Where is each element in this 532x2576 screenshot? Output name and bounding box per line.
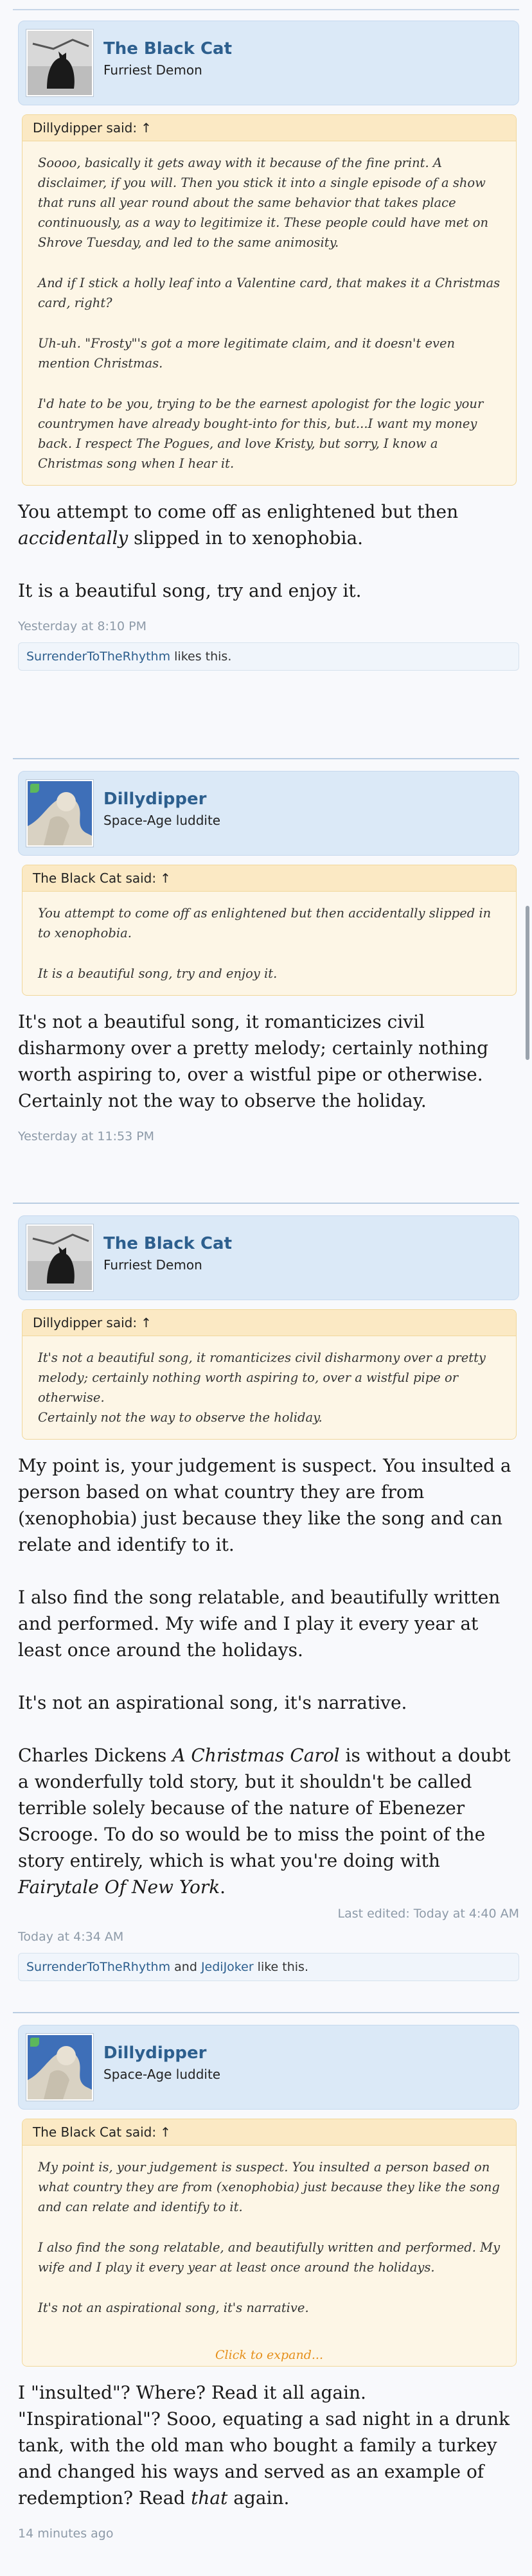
emphasis-text: that: [191, 2487, 228, 2509]
message-paragraph: I also find the song relatable, and beau…: [18, 1587, 501, 1661]
liker-link[interactable]: SurrenderToTheRhythm: [26, 1960, 170, 1974]
username[interactable]: The Black Cat: [103, 39, 232, 58]
liker-link[interactable]: JediJoker: [201, 1960, 254, 1974]
text-span: slipped in to xenophobia.: [128, 527, 364, 549]
quote-block: The Black Cat said: ↑ My point is, your j…: [22, 2119, 517, 2367]
online-indicator-icon: [30, 784, 39, 793]
last-edited: Last edited: Today at 4:40 AM: [337, 1907, 519, 1921]
quote-block: Dillydipper said: ↑ It's not a beautiful …: [22, 1309, 517, 1440]
quote-body: It's not a beautiful song, it romanticiz…: [22, 1336, 516, 1439]
message-line: It's not a beautiful song, it romanticiz…: [18, 1011, 489, 1085]
user-title: Space-Age luddite: [103, 2067, 221, 2082]
message-paragraph: You attempt to come off as enlightened b…: [18, 498, 519, 551]
message-paragraph: My point is, your judgement is suspect. …: [18, 1455, 511, 1555]
message-line: I "insulted"? Where? Read it all again.: [18, 2382, 366, 2403]
text-span: again.: [227, 2487, 290, 2509]
quote-paragraph: I'd hate to be you, trying to be the ear…: [38, 396, 484, 471]
quote-paragraph: I also find the song relatable, and beau…: [38, 2240, 501, 2275]
likes-summary: SurrenderToTheRhythm likes this.: [18, 642, 519, 671]
text-span: You attempt to come off as enlightened b…: [18, 501, 459, 522]
username[interactable]: The Black Cat: [103, 1234, 232, 1253]
quote-attribution[interactable]: Dillydipper said: ↑: [22, 1310, 516, 1336]
quote-paragraph: You attempt to come off as enlightened b…: [38, 906, 492, 940]
post-divider: [13, 2012, 519, 2013]
liker-link[interactable]: SurrenderToTheRhythm: [26, 649, 170, 664]
quote-attribution[interactable]: The Black Cat said: ↑: [22, 2119, 516, 2146]
quote-paragraph: And if I stick a holly leaf into a Valen…: [38, 276, 501, 310]
message-text: My point is, your judgement is suspect. …: [18, 1440, 519, 1900]
user-title: Furriest Demon: [103, 1257, 202, 1273]
post-1: The Black Cat Furriest Demon Dillydipper…: [18, 21, 519, 671]
message-user-info: The Black Cat Furriest Demon: [18, 21, 519, 105]
post-divider: [13, 1203, 519, 1204]
avatar[interactable]: [26, 30, 93, 96]
message-paragraph: It is a beautiful song, try and enjoy it…: [18, 580, 362, 601]
top-divider: [13, 9, 519, 10]
avatar[interactable]: [26, 2034, 93, 2101]
message-user-info: Dillydipper Space-Age luddite: [18, 2025, 519, 2110]
post-divider: [13, 758, 519, 759]
post-date[interactable]: Today at 4:34 AM: [18, 1930, 519, 1944]
quote-body: My point is, your judgement is suspect. …: [22, 2146, 516, 2329]
likes-suffix: likes this.: [170, 649, 232, 664]
message-text: I "insulted"? Where? Read it all again. …: [18, 2367, 519, 2511]
username[interactable]: Dillydipper: [103, 790, 206, 809]
likes-joiner: and: [170, 1960, 201, 1974]
quote-block: Dillydipper said: ↑ Soooo, basically it g…: [22, 114, 517, 486]
post-date[interactable]: 14 minutes ago: [18, 2527, 519, 2541]
text-span: .: [220, 1876, 226, 1898]
quote-paragraph: Uh-uh. "Frosty"'s got a more legitimate …: [38, 336, 456, 371]
quote-paragraph: My point is, your judgement is suspect. …: [38, 2160, 500, 2214]
quote-paragraph: It is a beautiful song, try and enjoy it…: [38, 966, 278, 981]
message-line: Certainly not the way to observe the hol…: [18, 1090, 427, 1111]
post-date[interactable]: Yesterday at 8:10 PM: [18, 619, 519, 633]
quote-attribution[interactable]: The Black Cat said: ↑: [22, 865, 516, 892]
message-user-info: Dillydipper Space-Age luddite: [18, 771, 519, 856]
scrollbar-thumb[interactable]: [526, 906, 529, 1060]
quote-body: You attempt to come off as enlightened b…: [22, 892, 516, 995]
quote-body: Soooo, basically it gets away with it be…: [22, 141, 516, 485]
quote-paragraph: Soooo, basically it gets away with it be…: [38, 155, 489, 250]
likes-suffix: like this.: [253, 1960, 308, 1974]
emphasis-text: accidentally: [18, 527, 129, 549]
message-text: It's not a beautiful song, it romanticiz…: [18, 996, 519, 1114]
quote-line: Certainly not the way to observe the hol…: [38, 1410, 323, 1425]
message-user-info: The Black Cat Furriest Demon: [18, 1215, 519, 1300]
quote-block: The Black Cat said: ↑ You attempt to come…: [22, 865, 517, 996]
avatar[interactable]: [26, 1224, 93, 1291]
message-line: "Inspirational"? Sooo, equating a sad ni…: [18, 2406, 519, 2511]
online-indicator-icon: [30, 2038, 39, 2047]
quote-arrow-icon[interactable]: ↑: [141, 120, 152, 136]
quote-author[interactable]: The Black Cat said:: [33, 870, 156, 886]
post-4: Dillydipper Space-Age luddite The Black …: [18, 2025, 519, 2541]
post-3: The Black Cat Furriest Demon Dillydipper…: [18, 1215, 519, 1981]
user-title: Space-Age luddite: [103, 813, 221, 828]
expand-quote-link[interactable]: Click to expand...: [22, 2348, 516, 2362]
likes-summary: SurrenderToTheRhythm and JediJoker like …: [18, 1953, 519, 1981]
post-date[interactable]: Yesterday at 11:53 PM: [18, 1129, 519, 1143]
quote-arrow-icon[interactable]: ↑: [141, 1315, 152, 1330]
emphasis-text: Fairytale Of New York: [18, 1876, 220, 1898]
quote-line: It's not a beautiful song, it romanticiz…: [38, 1350, 486, 1405]
emphasis-text: A Christmas Carol: [172, 1745, 340, 1766]
username[interactable]: Dillydipper: [103, 2043, 206, 2063]
quote-author[interactable]: Dillydipper said:: [33, 1315, 137, 1330]
avatar[interactable]: [26, 780, 93, 847]
post-2: Dillydipper Space-Age luddite The Black …: [18, 771, 519, 1143]
quote-author[interactable]: Dillydipper said:: [33, 120, 137, 136]
quote-arrow-icon[interactable]: ↑: [160, 2124, 171, 2140]
quote-author[interactable]: The Black Cat said:: [33, 2124, 156, 2140]
user-title: Furriest Demon: [103, 62, 202, 78]
quote-arrow-icon[interactable]: ↑: [160, 870, 171, 886]
message-text: You attempt to come off as enlightened b…: [18, 486, 519, 604]
quote-attribution[interactable]: Dillydipper said: ↑: [22, 115, 516, 141]
text-span: Charles Dickens: [18, 1745, 173, 1766]
message-paragraph: It's not an aspirational song, it's narr…: [18, 1692, 407, 1713]
message-paragraph: Charles Dickens A Christmas Carol is wit…: [18, 1742, 519, 1900]
